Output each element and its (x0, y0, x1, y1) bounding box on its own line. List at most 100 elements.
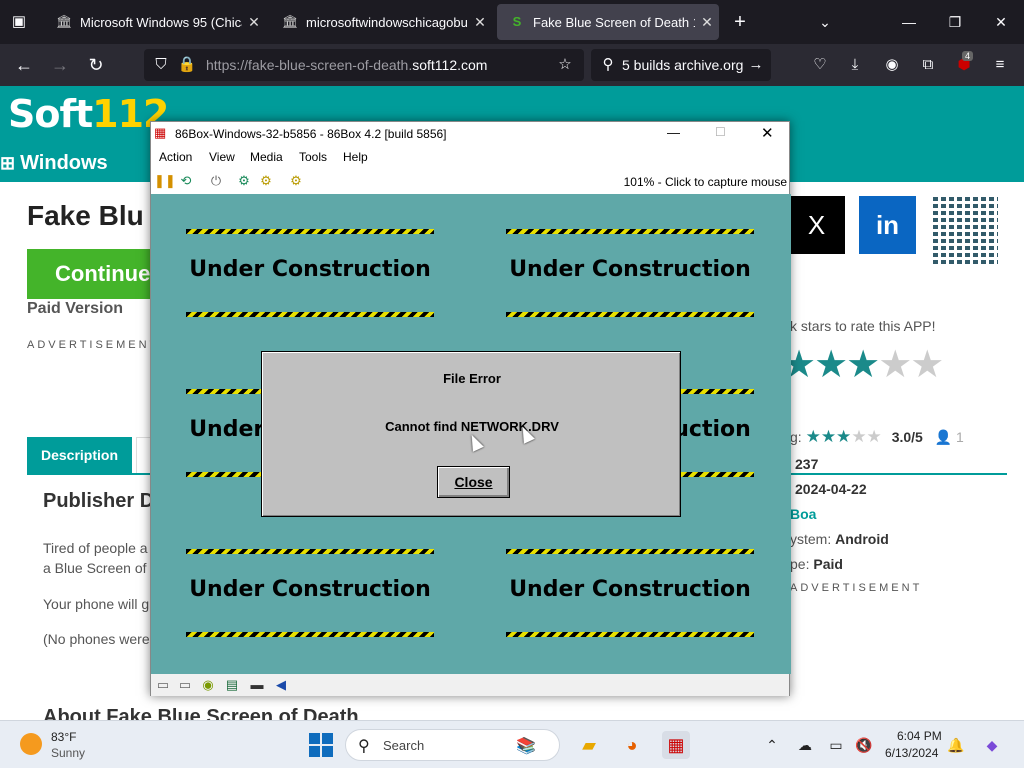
star-empty-icon[interactable]: ★★ (878, 344, 944, 386)
description-text: Your phone will g (43, 596, 150, 612)
tab-title: Fake Blue Screen of Death 1.0 F (533, 14, 695, 30)
os-value: Android (835, 531, 889, 547)
back-button[interactable]: ← (11, 52, 37, 78)
copilot-icon[interactable]: ◆ (982, 735, 1002, 755)
small-stars: ★★★ (805, 427, 852, 446)
tab-chicago-build[interactable]: 🏛 microsoftwindowschicagobuild ✕ (270, 4, 492, 40)
close-icon[interactable]: ✕ (695, 14, 719, 31)
hdd-icon[interactable]: ▤ (223, 676, 241, 694)
network-icon[interactable]: ▬ (248, 676, 266, 694)
reload-button[interactable]: ↻ (83, 52, 109, 78)
maximize-button[interactable]: ❐ (940, 8, 970, 36)
menu-media[interactable]: Media (250, 150, 283, 164)
settings-icon[interactable]: ⚙ (235, 172, 253, 190)
half-star-icon[interactable]: ★ (846, 344, 880, 386)
search-text[interactable]: 5 builds archive.org (622, 57, 743, 73)
share-x-button[interactable]: X (788, 196, 845, 254)
menu-view[interactable]: View (209, 150, 235, 164)
screenshot-icon[interactable]: ⚙ (287, 172, 305, 190)
forward-button[interactable]: → (47, 52, 73, 78)
close-window-button[interactable]: ✕ (986, 8, 1016, 36)
tab-description[interactable]: Description (27, 437, 132, 473)
vm-titlebar[interactable]: ▦ 86Box-Windows-32-b5856 - 86Box 4.2 [bu… (151, 122, 789, 146)
rating-stars[interactable]: ★★★★★ (782, 342, 944, 387)
menu-action[interactable]: Action (159, 150, 192, 164)
developer-link[interactable]: Boa (790, 506, 816, 522)
search-highlight-icon: 📚 (516, 738, 536, 755)
menu-help[interactable]: Help (343, 150, 368, 164)
start-button[interactable] (309, 733, 333, 757)
taskbar: 83°F Sunny ⚲ Search 📚 ▰ ◕ ▦ ⌃ ☁ ▭ 🔇 6:04… (0, 720, 1024, 768)
tab-list-icon[interactable]: ▣ (8, 11, 30, 33)
url-bar[interactable]: ⛉ 🔒 https://fake-blue-screen-of-death.so… (144, 49, 584, 81)
taskbar-search[interactable]: ⚲ Search 📚 (345, 729, 560, 761)
new-tab-button[interactable]: + (725, 8, 755, 36)
weather-temperature[interactable]: 83°F (51, 730, 76, 744)
bookmark-star-icon[interactable]: ☆ (554, 54, 576, 76)
floppy-icon[interactable]: ▭ (154, 676, 172, 694)
star-icon[interactable]: ★★ (782, 344, 848, 386)
power-icon[interactable]: ⏻ (207, 172, 225, 190)
clock-date[interactable]: 6/13/2024 (885, 746, 938, 760)
extensions-icon[interactable]: ⧉ (917, 54, 939, 76)
minimize-button[interactable]: — (894, 8, 924, 36)
firefox-icon[interactable]: ◕ (618, 731, 646, 759)
soft112-favicon-icon: S (512, 14, 522, 29)
weather-description[interactable]: Sunny (51, 746, 85, 760)
close-button[interactable]: ✕ (761, 124, 774, 142)
settings-alt-icon[interactable]: ⚙ (257, 172, 275, 190)
file-explorer-icon[interactable]: ▰ (575, 731, 603, 759)
tab-title: Microsoft Windows 95 (Chicag (80, 14, 242, 30)
maximize-button[interactable]: ☐ (715, 125, 726, 139)
close-button[interactable]: Close (437, 466, 510, 498)
sun-icon[interactable] (20, 733, 42, 755)
advertisement-label: ADVERTISEMENT (27, 339, 160, 351)
vm-title: 86Box-Windows-32-b5856 - 86Box 4.2 [buil… (175, 127, 447, 141)
under-construction-banner: Under Construction (186, 549, 434, 637)
tab-overflow-chevron-icon[interactable]: ⌄ (810, 8, 840, 36)
pause-icon[interactable]: ❚❚ (154, 172, 176, 190)
reset-icon[interactable]: ⟲ (177, 172, 195, 190)
notification-bell-icon[interactable]: 🔔 (946, 735, 966, 755)
close-icon[interactable]: ✕ (242, 14, 266, 31)
vm-window[interactable]: ▦ 86Box-Windows-32-b5856 - 86Box 4.2 [bu… (150, 121, 791, 696)
url-prefix: https://fake-blue-screen-of-death. (206, 57, 413, 73)
floppy2-icon[interactable]: ▭ (176, 676, 194, 694)
menu-icon[interactable]: ≡ (989, 54, 1011, 76)
url-text[interactable]: https://fake-blue-screen-of-death.soft11… (206, 57, 487, 73)
cdrom-icon[interactable]: ◉ (199, 676, 217, 694)
lock-icon[interactable]: 🔒 (176, 54, 198, 76)
go-arrow-icon[interactable]: → (745, 54, 767, 76)
network-offline-icon[interactable]: ☁ (795, 735, 815, 755)
tab-fake-bsod[interactable]: S Fake Blue Screen of Death 1.0 F ✕ (497, 4, 719, 40)
pocket-icon[interactable]: ♡ (809, 54, 831, 76)
display-icon[interactable]: ▭ (826, 735, 846, 755)
tab-windows95[interactable]: 🏛 Microsoft Windows 95 (Chicag ✕ (44, 4, 266, 40)
os-row: ystem: Android (790, 531, 889, 547)
close-button-label: Close (454, 474, 493, 490)
search-icon: ⚲ (358, 738, 370, 755)
share-linkedin-button[interactable]: in (859, 196, 916, 254)
clock-time[interactable]: 6:04 PM (897, 729, 942, 743)
user-icon: 👤 (934, 429, 953, 445)
site-logo[interactable]: Soft112 (8, 92, 170, 136)
search-bar[interactable]: ⚲ 5 builds archive.org → (591, 49, 771, 81)
volume-mute-icon[interactable]: 🔇 (854, 735, 874, 755)
rating-row: g: ★★★★★ 3.0/5 👤 1 (790, 427, 964, 447)
account-icon[interactable]: ◉ (881, 54, 903, 76)
continue-button[interactable]: Continue (27, 249, 167, 299)
sound-icon[interactable]: ◀ (272, 676, 290, 694)
menu-tools[interactable]: Tools (299, 150, 327, 164)
shield-icon[interactable]: ⛉ (150, 54, 172, 76)
86box-taskbar-icon[interactable]: ▦ (662, 731, 690, 759)
chevron-up-icon[interactable]: ⌃ (762, 735, 782, 755)
date-value: 2024-04-22 (795, 481, 867, 497)
vm-statusbar: ▭ ▭ ◉ ▤ ▬ ◀ (151, 674, 789, 696)
vm-screen[interactable]: Under Construction Under Construction Un… (151, 194, 791, 674)
close-icon[interactable]: ✕ (468, 14, 492, 31)
windows-icon: ⊞ (0, 153, 21, 173)
downloads-icon[interactable]: ⤓ (844, 54, 866, 76)
minimize-button[interactable]: — (667, 125, 680, 140)
nav-windows[interactable]: ⊞ Windows (0, 152, 108, 175)
type-value: Paid (813, 556, 843, 572)
